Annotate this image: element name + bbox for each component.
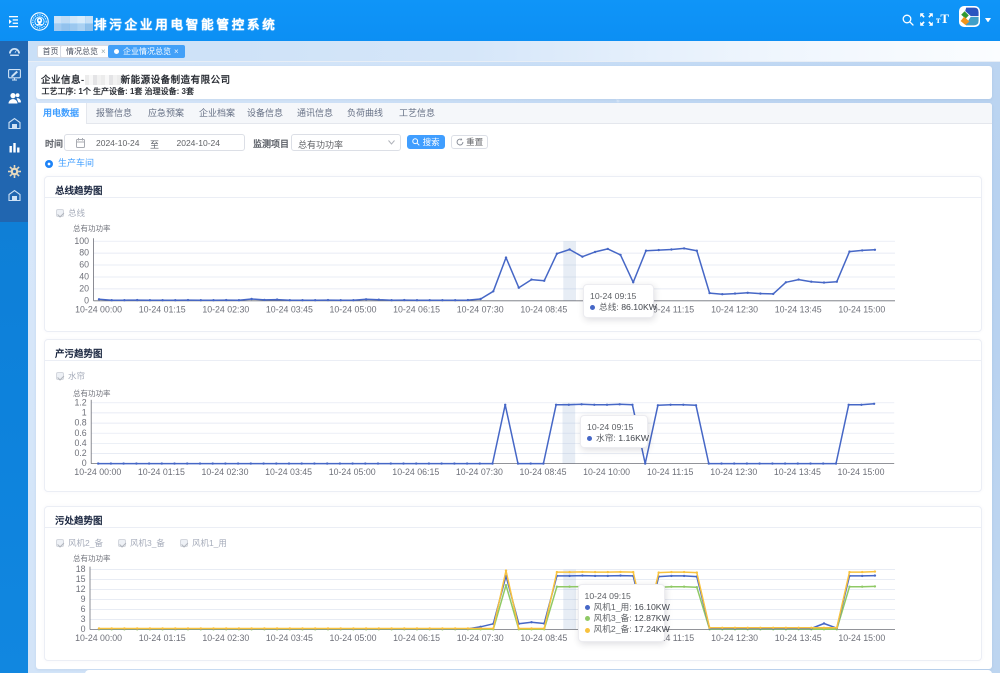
svg-text:10-24 03:45: 10-24 03:45 bbox=[265, 467, 312, 477]
svg-text:10-24 08:45: 10-24 08:45 bbox=[520, 633, 567, 643]
svg-text:10-24 13:45: 10-24 13:45 bbox=[775, 633, 822, 643]
svg-text:10-24 13:45: 10-24 13:45 bbox=[774, 467, 821, 477]
svg-text:10-24 07:30: 10-24 07:30 bbox=[457, 304, 504, 314]
svg-text:10-24 07:30: 10-24 07:30 bbox=[456, 467, 503, 477]
svg-text:10-24 01:15: 10-24 01:15 bbox=[138, 467, 185, 477]
svg-text:0.8: 0.8 bbox=[74, 418, 86, 428]
svg-text:10-24 15:00: 10-24 15:00 bbox=[838, 467, 885, 477]
svg-text:10-24 00:00: 10-24 00:00 bbox=[75, 633, 122, 643]
svg-text:1: 1 bbox=[82, 408, 87, 418]
svg-text:10-24 02:30: 10-24 02:30 bbox=[202, 304, 249, 314]
svg-text:80: 80 bbox=[79, 248, 89, 258]
svg-text:10-24 10:00: 10-24 10:00 bbox=[583, 467, 630, 477]
svg-text:10-24 06:15: 10-24 06:15 bbox=[393, 633, 440, 643]
svg-text:20: 20 bbox=[79, 284, 89, 294]
svg-text:10-24 07:30: 10-24 07:30 bbox=[457, 633, 504, 643]
svg-text:10-24 00:00: 10-24 00:00 bbox=[74, 467, 121, 477]
svg-text:10-24 03:45: 10-24 03:45 bbox=[266, 633, 313, 643]
svg-text:10-24 05:00: 10-24 05:00 bbox=[330, 304, 377, 314]
svg-text:9: 9 bbox=[81, 594, 86, 604]
svg-text:10-24 13:45: 10-24 13:45 bbox=[775, 304, 822, 314]
svg-text:0.4: 0.4 bbox=[74, 438, 86, 448]
svg-text:10-24 01:15: 10-24 01:15 bbox=[139, 304, 186, 314]
svg-text:10-24 05:00: 10-24 05:00 bbox=[329, 467, 376, 477]
svg-text:10-24 15:00: 10-24 15:00 bbox=[838, 633, 885, 643]
svg-text:0.6: 0.6 bbox=[74, 428, 86, 438]
svg-text:10-24 03:45: 10-24 03:45 bbox=[266, 304, 313, 314]
svg-text:10-24 05:00: 10-24 05:00 bbox=[330, 633, 377, 643]
svg-text:10-24 00:00: 10-24 00:00 bbox=[75, 304, 122, 314]
svg-text:0.2: 0.2 bbox=[74, 448, 86, 458]
svg-text:3: 3 bbox=[81, 614, 86, 624]
svg-text:10-24 01:15: 10-24 01:15 bbox=[139, 633, 186, 643]
svg-text:10-24 12:30: 10-24 12:30 bbox=[711, 633, 758, 643]
svg-text:18: 18 bbox=[76, 564, 86, 574]
svg-text:10-24 08:45: 10-24 08:45 bbox=[520, 304, 567, 314]
svg-text:60: 60 bbox=[79, 260, 89, 270]
svg-text:1.2: 1.2 bbox=[74, 397, 86, 407]
svg-text:10-24 12:30: 10-24 12:30 bbox=[710, 467, 757, 477]
svg-text:6: 6 bbox=[81, 604, 86, 614]
svg-text:12: 12 bbox=[76, 584, 86, 594]
svg-text:10-24 06:15: 10-24 06:15 bbox=[392, 467, 439, 477]
svg-text:10-24 08:45: 10-24 08:45 bbox=[520, 467, 567, 477]
svg-text:100: 100 bbox=[74, 236, 89, 246]
svg-text:40: 40 bbox=[79, 272, 89, 282]
svg-text:10-24 11:15: 10-24 11:15 bbox=[647, 467, 693, 477]
svg-text:15: 15 bbox=[76, 574, 86, 584]
svg-text:10-24 15:00: 10-24 15:00 bbox=[838, 304, 885, 314]
svg-text:10-24 02:30: 10-24 02:30 bbox=[202, 467, 249, 477]
svg-text:10-24 06:15: 10-24 06:15 bbox=[393, 304, 440, 314]
svg-text:10-24 02:30: 10-24 02:30 bbox=[202, 633, 249, 643]
svg-text:10-24 12:30: 10-24 12:30 bbox=[711, 304, 758, 314]
